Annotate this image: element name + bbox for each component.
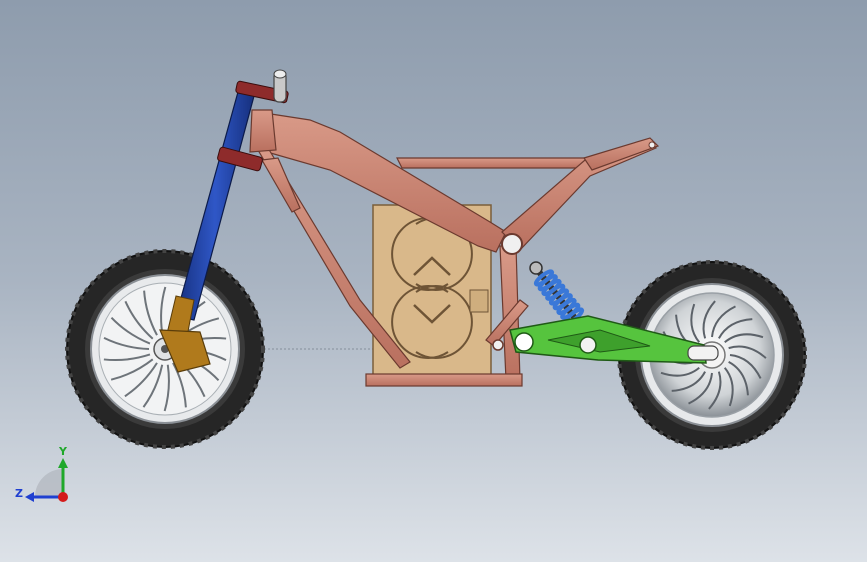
motorcycle-model[interactable]: Y Z xyxy=(0,0,867,562)
z-axis-label: Z xyxy=(15,487,23,500)
front-wheel[interactable] xyxy=(65,249,265,449)
y-axis-label: Y xyxy=(58,445,68,458)
rear-shock[interactable] xyxy=(529,261,585,325)
x-axis xyxy=(58,492,68,502)
coordinate-triad: Y Z xyxy=(15,445,68,502)
cad-viewport[interactable]: Y Z xyxy=(0,0,867,562)
swingarm-pivot xyxy=(501,233,523,255)
